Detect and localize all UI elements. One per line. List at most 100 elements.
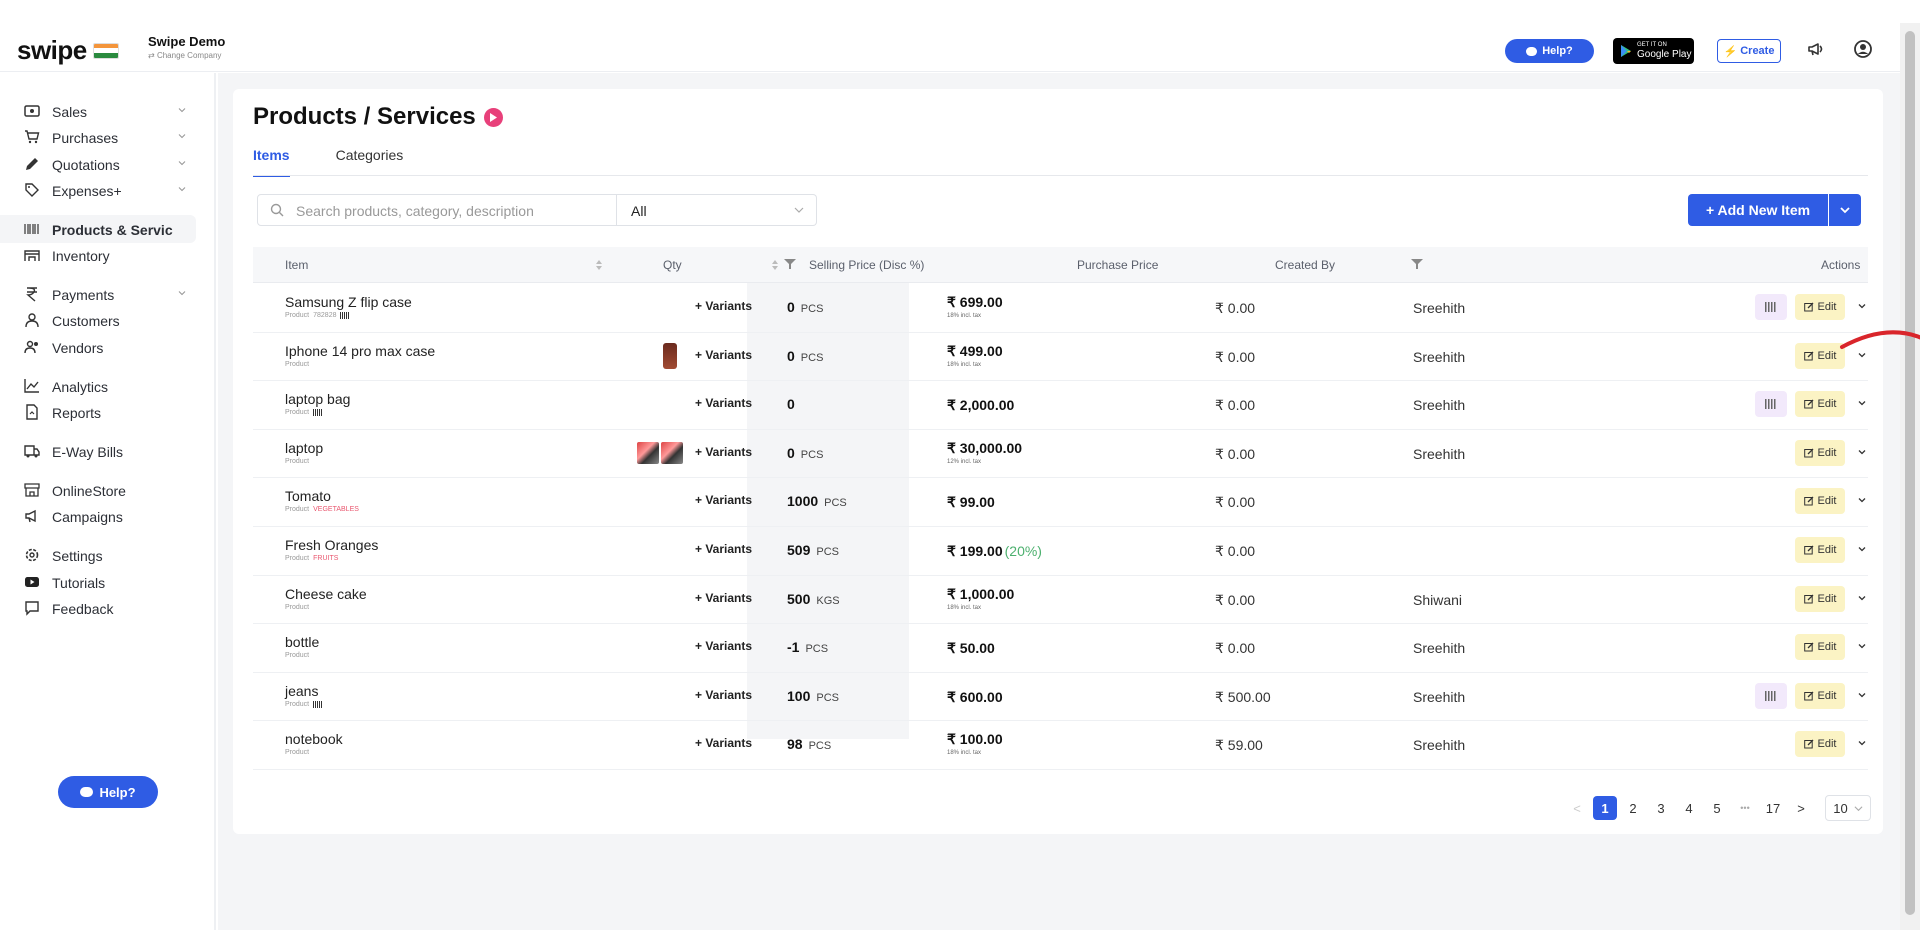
item-name[interactable]: notebook [285,731,343,747]
sidebar-item-purchases[interactable]: Purchases [0,123,196,151]
edit-button[interactable]: Edit [1795,682,1845,709]
barcode-button[interactable] [1755,294,1787,320]
add-new-item-button[interactable]: + Add New Item [1688,194,1828,226]
variants-button[interactable]: + Variants [695,688,752,702]
help-button-top[interactable]: Help? [1505,39,1594,63]
table-row[interactable]: Fresh Oranges Product FRUITS + Variants 509 P… [253,527,1868,576]
sidebar-item-e-way-bills[interactable]: E-Way Bills [0,437,196,465]
barcode-button[interactable] [1755,682,1787,709]
sort-icon[interactable] [595,259,603,271]
page-button[interactable]: 1 [1593,796,1617,820]
barcode-button[interactable] [1755,391,1787,418]
sidebar-item-payments[interactable]: Payments [0,280,196,308]
table-row[interactable]: Iphone 14 pro max case Product + Variants 0… [253,333,1868,382]
table-row[interactable]: laptop bag Product + Variants 0 ₹ 2,000.00 ₹ … [253,381,1868,430]
item-name[interactable]: bottle [285,634,319,650]
variants-button[interactable]: + Variants [695,736,752,750]
edit-button[interactable]: Edit [1795,488,1845,515]
edit-button[interactable]: Edit [1795,439,1845,466]
page-size-select[interactable]: 10 [1825,795,1871,821]
variants-button[interactable]: + Variants [695,591,752,605]
table-row[interactable]: notebook Product + Variants 98 PCS ₹ 100.00 18… [253,721,1868,770]
chevron-down-icon[interactable] [1857,398,1867,408]
sidebar-item-expenses[interactable]: Expenses+ [0,176,196,204]
megaphone-icon[interactable] [1806,39,1826,59]
chevron-down-icon[interactable] [1857,301,1867,311]
sidebar-item-inventory[interactable]: Inventory [0,241,196,269]
product-thumbnail[interactable] [663,342,677,369]
header-qty[interactable]: Qty [663,258,682,272]
sidebar-item-feedback[interactable]: Feedback [0,594,196,622]
add-item-dropdown-button[interactable] [1829,194,1861,226]
item-name[interactable]: laptop bag [285,391,350,407]
table-row[interactable]: laptop Product + Variants 0 PCS ₹ 30,000.00 12… [253,430,1868,479]
sidebar-item-customers[interactable]: Customers [0,306,196,334]
header-selling-price[interactable]: Selling Price (Disc %) [809,258,924,272]
item-name[interactable]: Tomato [285,488,331,504]
header-created-by[interactable]: Created By [1275,258,1335,272]
page-scrollbar-thumb[interactable] [1905,31,1915,915]
page-button[interactable]: 3 [1649,796,1673,820]
variants-button[interactable]: + Variants [695,445,752,459]
chevron-down-icon[interactable] [1857,593,1867,603]
page-button[interactable]: 5 [1705,796,1729,820]
sidebar-item-reports[interactable]: Reports [0,398,196,426]
edit-button[interactable]: Edit [1795,536,1845,563]
filter-icon[interactable] [784,258,796,270]
sidebar-item-settings[interactable]: Settings [0,541,196,569]
page-button[interactable]: 2 [1621,796,1645,820]
item-name[interactable]: Cheese cake [285,586,367,602]
sort-icon[interactable] [771,259,779,271]
edit-button[interactable]: Edit [1795,634,1845,661]
table-row[interactable]: Samsung Z flip case Product 782828 + Varian… [253,284,1868,333]
edit-button[interactable]: Edit [1795,585,1845,612]
chevron-down-icon[interactable] [1857,690,1867,700]
table-row[interactable]: jeans Product + Variants 100 PCS ₹ 600.00 ₹ 50… [253,673,1868,722]
variants-button[interactable]: + Variants [695,348,752,362]
chevron-down-icon[interactable] [1857,495,1867,505]
table-row[interactable]: bottle Product + Variants -1 PCS ₹ 50.00 ₹ 0.0… [253,624,1868,673]
change-company-link[interactable]: ⇄ Change Company [148,51,225,60]
variants-button[interactable]: + Variants [695,396,752,410]
category-filter-select[interactable]: All [617,194,817,226]
sidebar-item-tutorials[interactable]: Tutorials [0,568,196,596]
item-name[interactable]: jeans [285,683,318,699]
page-button[interactable]: 17 [1761,796,1785,820]
sidebar-item-vendors[interactable]: Vendors [0,333,196,361]
variants-button[interactable]: + Variants [695,493,752,507]
table-row[interactable]: Cheese cake Product + Variants 500 KGS ₹ 1,00… [253,576,1868,625]
play-video-icon[interactable] [483,107,503,127]
help-button-sidebar[interactable]: Help? [58,776,158,808]
sidebar-item-products-servic[interactable]: Products & Servic [0,215,196,243]
prev-page-button[interactable]: < [1565,796,1589,820]
page-button[interactable]: 4 [1677,796,1701,820]
chevron-down-icon[interactable] [1857,544,1867,554]
sidebar-item-sales[interactable]: Sales [0,97,196,125]
chevron-down-icon[interactable] [1857,738,1867,748]
sidebar-item-analytics[interactable]: Analytics [0,372,196,400]
chevron-down-icon[interactable] [1857,641,1867,651]
item-name[interactable]: Samsung Z flip case [285,294,412,310]
create-button[interactable]: ⚡ Create [1717,39,1781,63]
table-row[interactable]: Tomato Product VEGETABLES + Variants 1000 PCS… [253,478,1868,527]
variants-button[interactable]: + Variants [695,639,752,653]
tab-categories[interactable]: Categories [336,147,404,177]
chevron-down-icon[interactable] [1857,447,1867,457]
sidebar-item-campaigns[interactable]: Campaigns [0,502,196,530]
product-thumbnail[interactable] [661,441,683,464]
next-page-button[interactable]: > [1789,796,1813,820]
header-purchase-price[interactable]: Purchase Price [1077,258,1158,272]
pagination-ellipsis[interactable]: ••• [1733,796,1757,820]
sidebar-item-quotations[interactable]: Quotations [0,150,196,178]
item-name[interactable]: laptop [285,440,323,456]
product-thumbnail[interactable] [637,441,659,464]
swipe-logo[interactable]: swipe [17,35,119,66]
header-item[interactable]: Item [285,258,308,272]
variants-button[interactable]: + Variants [695,299,752,313]
tab-items[interactable]: Items [253,147,290,177]
user-account-icon[interactable] [1853,39,1873,59]
variants-button[interactable]: + Variants [695,542,752,556]
item-name[interactable]: Iphone 14 pro max case [285,343,435,359]
sidebar-item-onlinestore[interactable]: OnlineStore [0,476,196,504]
item-name[interactable]: Fresh Oranges [285,537,378,553]
